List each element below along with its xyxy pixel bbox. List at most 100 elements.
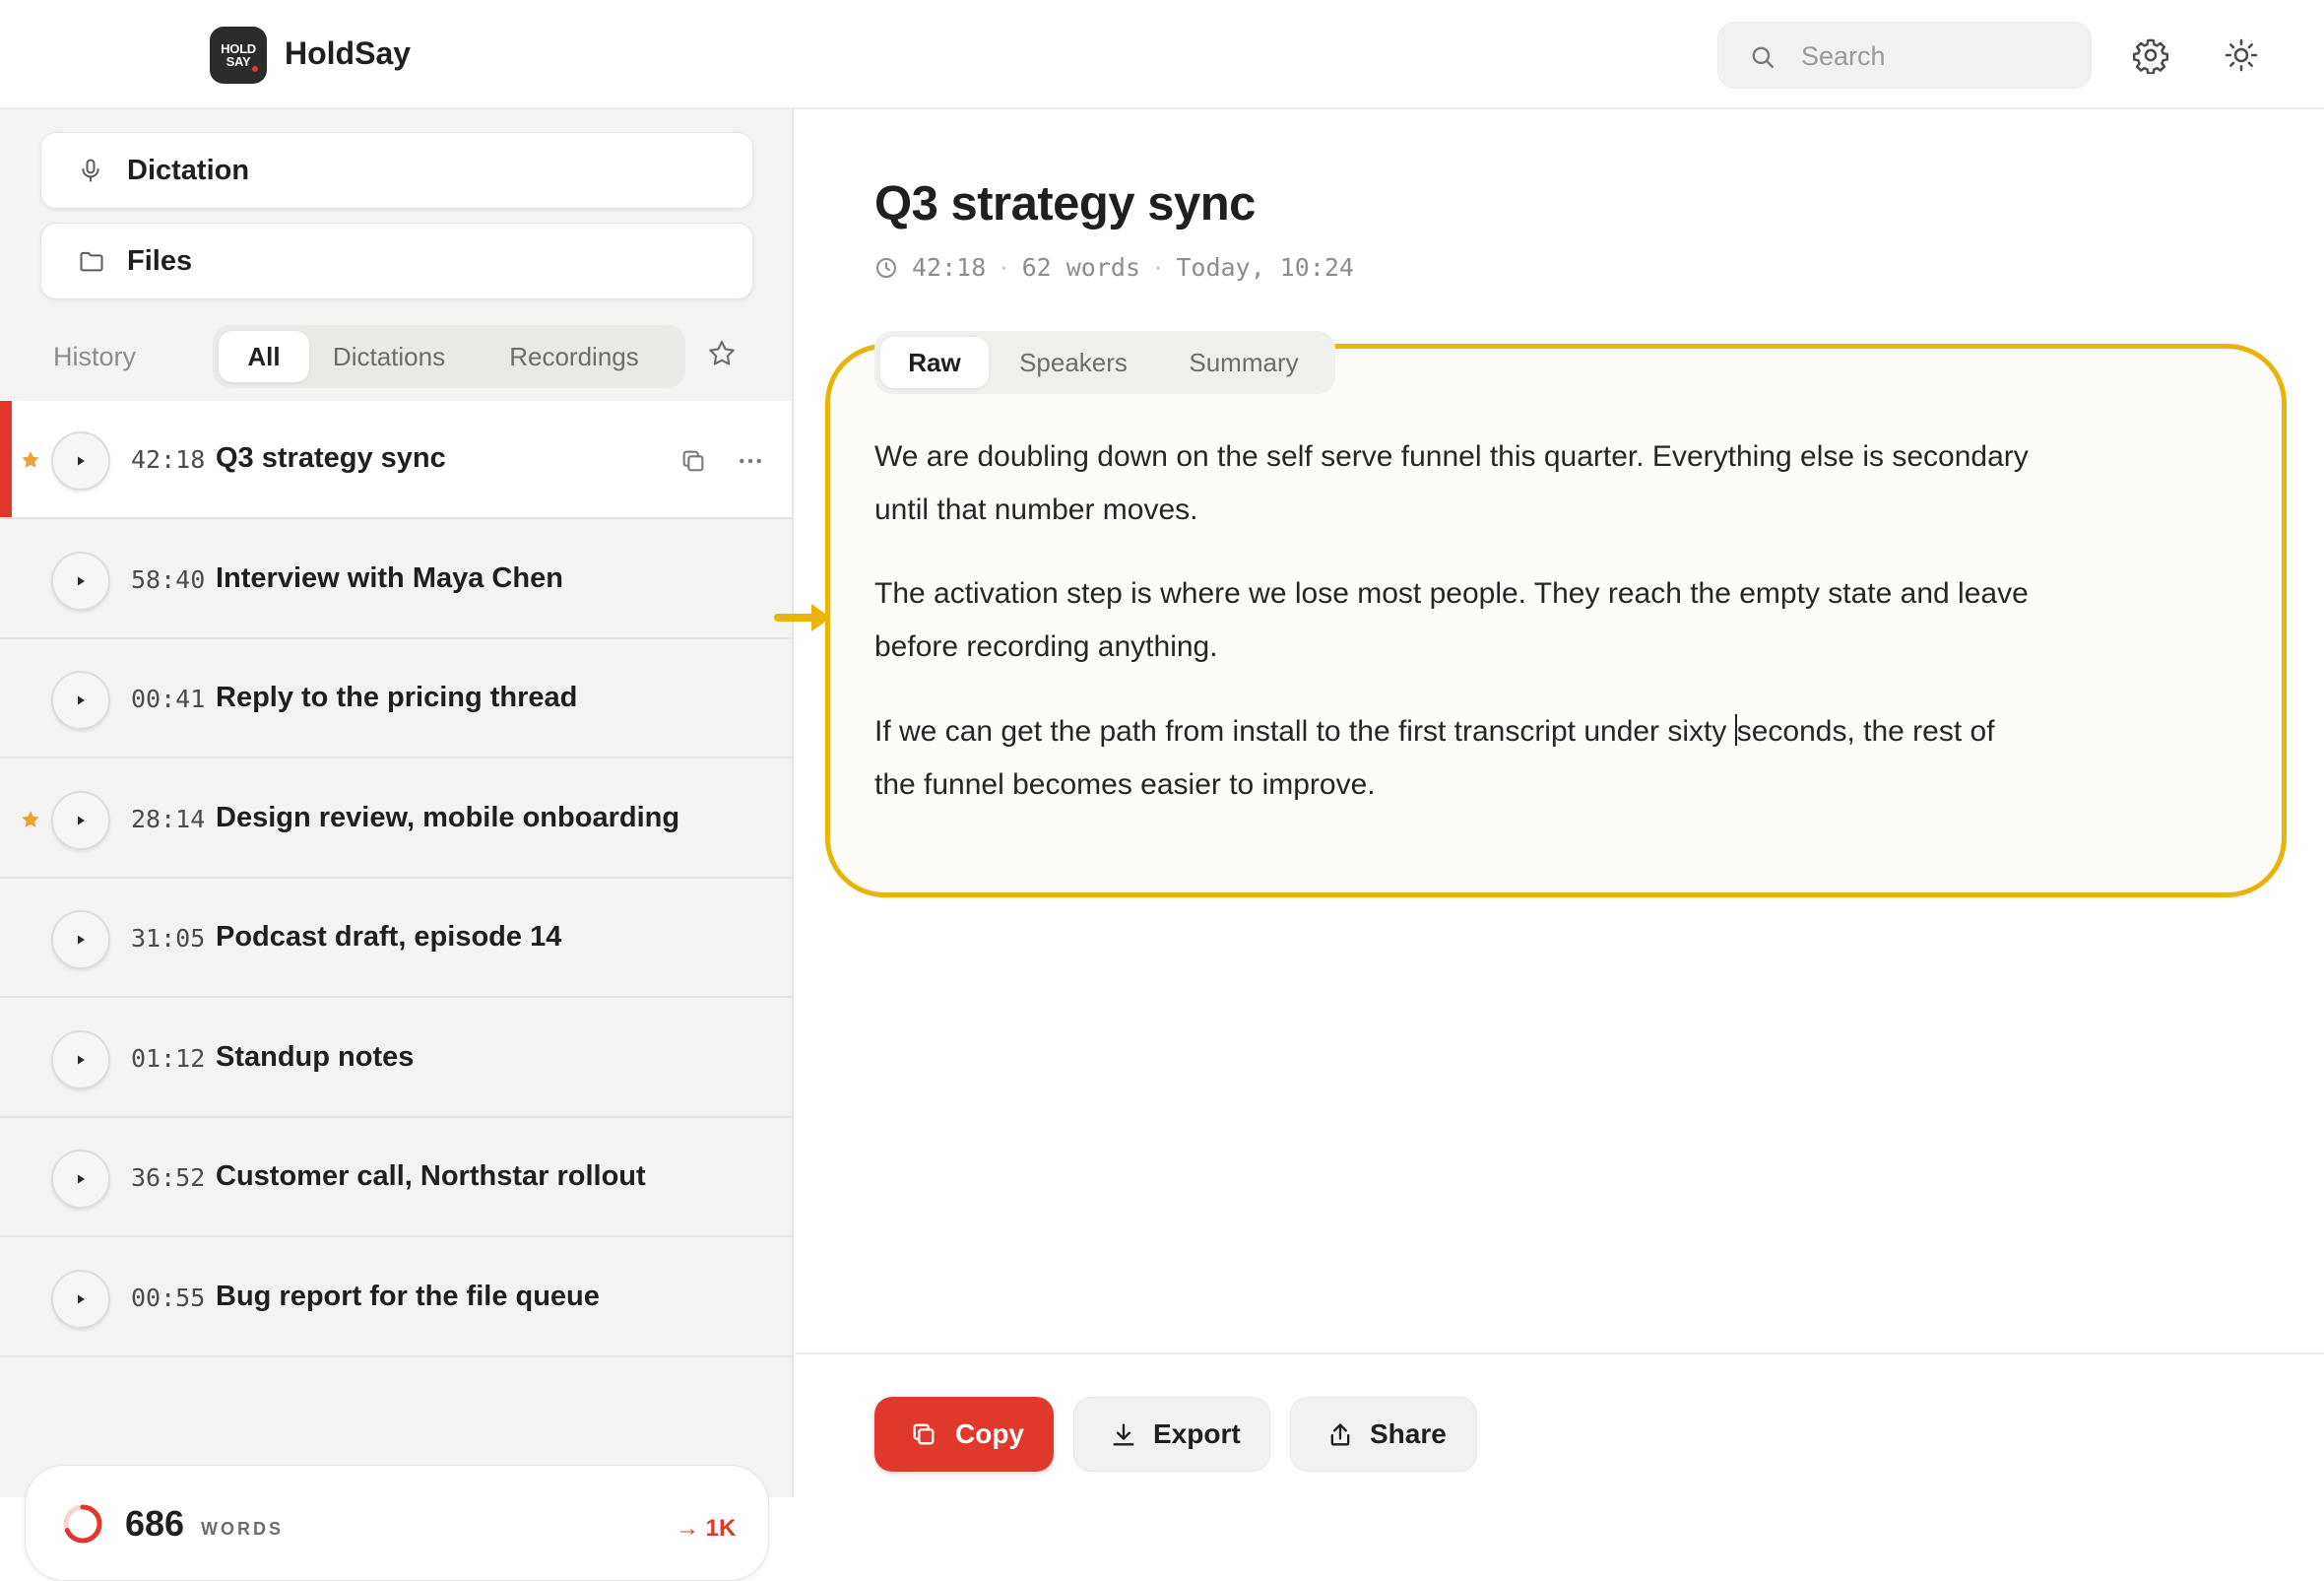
history-row[interactable]: 42:18 Q3 strategy sync xyxy=(0,401,792,519)
top-bar: HOLD SAY HoldSay xyxy=(0,0,2324,109)
transcript-view-tabs: Raw Speakers Summary xyxy=(874,331,1335,394)
history-title: Interview with Maya Chen xyxy=(216,562,563,594)
play-icon xyxy=(78,456,85,466)
gear-icon xyxy=(2132,38,2169,74)
filter-tab-recordings[interactable]: Recordings xyxy=(469,331,679,382)
settings-button[interactable] xyxy=(2125,30,2176,81)
logo-dot xyxy=(252,66,258,72)
search-input[interactable] xyxy=(1801,36,2067,76)
history-filter: All Dictations Recordings xyxy=(213,325,685,388)
history-title: Design review, mobile onboarding xyxy=(216,802,680,833)
export-button[interactable]: Export xyxy=(1073,1397,1270,1472)
history-title: Podcast draft, episode 14 xyxy=(216,921,562,953)
history-duration: 36:52 xyxy=(131,1163,206,1192)
clock-icon xyxy=(876,257,896,278)
tab-speakers[interactable]: Speakers xyxy=(995,337,1152,388)
history-title: Bug report for the file queue xyxy=(216,1281,600,1312)
folder-icon xyxy=(80,251,103,272)
copy-button-label: Copy xyxy=(955,1418,1024,1449)
transcript-paragraph[interactable]: If we can get the path from install to t… xyxy=(874,705,2036,812)
tab-summary[interactable]: Summary xyxy=(1158,337,1329,388)
search-icon xyxy=(1752,46,1774,68)
logo-text-say: SAY xyxy=(226,54,251,69)
meta-separator: · xyxy=(1000,253,1008,281)
theme-toggle-button[interactable] xyxy=(2216,30,2267,81)
history-row[interactable]: 36:52 Customer call, Northstar rollout xyxy=(0,1119,792,1237)
play-button[interactable] xyxy=(51,1150,110,1209)
meta-word-count: 62 words xyxy=(1021,253,1141,282)
filter-tab-all[interactable]: All xyxy=(219,331,309,382)
play-button[interactable] xyxy=(51,552,110,611)
play-icon xyxy=(78,816,85,825)
app-logo: HOLD SAY xyxy=(210,27,267,84)
history-title: Customer call, Northstar rollout xyxy=(216,1160,646,1192)
filter-tab-dictations[interactable]: Dictations xyxy=(315,331,463,382)
search-box[interactable] xyxy=(1717,22,2092,89)
copy-icon xyxy=(913,1423,935,1445)
history-duration: 42:18 xyxy=(131,445,206,474)
copy-button[interactable]: Copy xyxy=(874,1397,1054,1472)
word-count-value: 686 xyxy=(125,1503,185,1544)
page-title: Q3 strategy sync xyxy=(874,177,1256,231)
star-icon xyxy=(22,811,39,827)
export-button-label: Export xyxy=(1153,1418,1241,1449)
copy-row-button[interactable] xyxy=(676,443,711,479)
history-duration: 00:55 xyxy=(131,1284,206,1312)
copy-icon xyxy=(682,450,704,472)
history-row[interactable]: 31:05 Podcast draft, episode 14 xyxy=(0,880,792,998)
history-label: History xyxy=(53,342,137,371)
play-button[interactable] xyxy=(51,431,110,491)
share-button-label: Share xyxy=(1370,1418,1447,1449)
play-icon xyxy=(78,1294,85,1304)
play-button[interactable] xyxy=(51,1270,110,1329)
play-icon xyxy=(78,935,85,945)
play-button[interactable] xyxy=(51,1030,110,1089)
play-button[interactable] xyxy=(51,671,110,730)
share-icon xyxy=(1330,1423,1350,1446)
sidebar-item-label: Dictation xyxy=(127,154,250,186)
more-horizontal-icon xyxy=(740,458,761,464)
more-options-button[interactable] xyxy=(733,443,768,479)
arrow-right-icon xyxy=(774,604,831,631)
word-count-unit: WORDS xyxy=(201,1519,284,1539)
history-row[interactable]: 00:41 Reply to the pricing thread xyxy=(0,640,792,758)
play-button[interactable] xyxy=(51,791,110,850)
history-duration: 28:14 xyxy=(131,805,206,833)
sidebar: Dictation Files History All Dictations R… xyxy=(0,109,794,1581)
history-duration: 58:40 xyxy=(131,565,206,594)
meta-duration: 42:18 xyxy=(912,253,987,282)
app-name: HoldSay xyxy=(285,35,412,71)
sidebar-item-files[interactable]: Files xyxy=(40,223,753,299)
word-count-card: 686 WORDS → 1K xyxy=(25,1465,769,1581)
transcript-view: Q3 strategy sync 42:18 · 62 words · Toda… xyxy=(774,109,2324,1497)
history-row[interactable]: 00:55 Bug report for the file queue xyxy=(0,1239,792,1357)
star-filter-icon[interactable] xyxy=(706,338,738,369)
history-duration: 00:41 xyxy=(131,685,206,713)
sun-icon xyxy=(2225,38,2258,72)
star-icon xyxy=(22,451,39,468)
sidebar-item-dictation[interactable]: Dictation xyxy=(40,132,753,209)
tab-raw[interactable]: Raw xyxy=(880,337,989,388)
sidebar-item-label: Files xyxy=(127,244,193,277)
history-row[interactable]: 58:40 Interview with Maya Chen xyxy=(0,521,792,639)
history-title: Standup notes xyxy=(216,1041,415,1073)
play-icon xyxy=(78,576,85,586)
progress-ring xyxy=(63,1504,102,1544)
transcript-paragraph[interactable]: The activation step is where we lose mos… xyxy=(874,567,2036,674)
history-duration: 01:12 xyxy=(131,1044,206,1073)
document-meta: 42:18 · 62 words · Today, 10:24 xyxy=(874,253,1354,282)
history-duration: 31:05 xyxy=(131,924,206,953)
history-row[interactable]: 28:14 Design review, mobile onboarding xyxy=(0,760,792,879)
meta-separator: · xyxy=(1154,253,1163,281)
history-title: Q3 strategy sync xyxy=(216,442,446,474)
transcript-paragraph[interactable]: We are doubling down on the self serve f… xyxy=(874,430,2036,537)
share-button[interactable]: Share xyxy=(1290,1397,1477,1472)
download-icon xyxy=(1113,1423,1134,1446)
play-icon xyxy=(78,1055,85,1065)
history-title: Reply to the pricing thread xyxy=(216,682,578,713)
play-button[interactable] xyxy=(51,910,110,969)
play-icon xyxy=(78,695,85,705)
meta-date: Today, 10:24 xyxy=(1176,253,1354,282)
history-row[interactable]: 01:12 Standup notes xyxy=(0,1000,792,1118)
word-goal: → 1K xyxy=(676,1515,737,1542)
